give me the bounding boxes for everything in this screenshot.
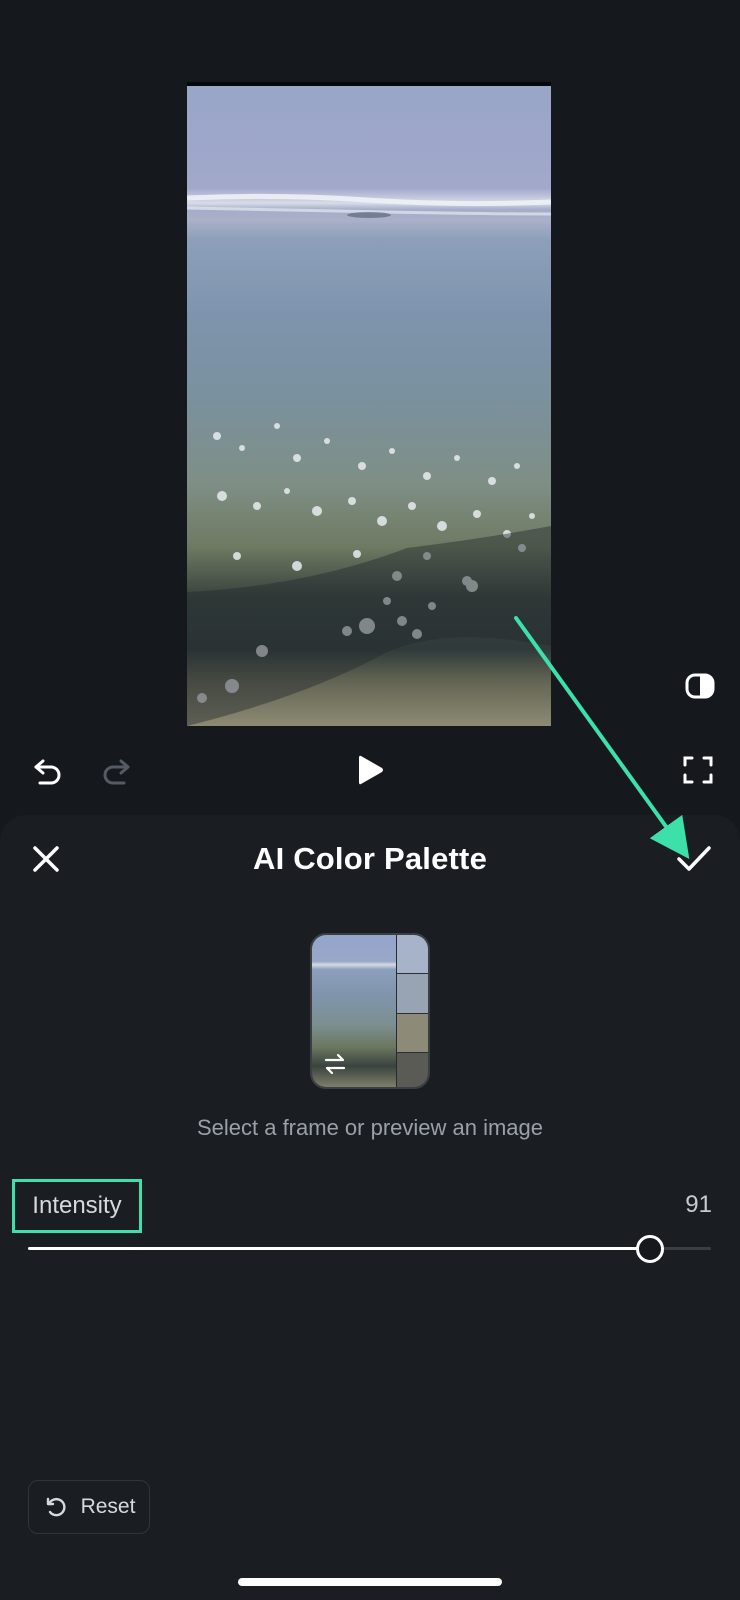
intensity-label: Intensity	[12, 1179, 142, 1233]
swatch	[397, 935, 428, 975]
swatch	[397, 1013, 428, 1053]
home-indicator	[238, 1578, 502, 1586]
intensity-label-text: Intensity	[32, 1192, 122, 1219]
intensity-value: 91	[685, 1191, 712, 1218]
select-frame-hint: Select a frame or preview an image	[196, 1115, 544, 1140]
compare-icon[interactable]	[682, 668, 718, 704]
palette-swatches	[397, 935, 428, 1087]
video-preview[interactable]	[187, 82, 551, 726]
reset-button[interactable]: Reset	[28, 1480, 150, 1534]
video-stage	[0, 0, 740, 815]
reset-label: Reset	[80, 1495, 136, 1518]
undo-icon[interactable]	[28, 750, 68, 790]
reference-image-thumbnail[interactable]	[310, 933, 430, 1089]
color-palette-panel: AI Color Palette Select a frame or previ…	[0, 815, 740, 1600]
play-icon[interactable]	[350, 750, 390, 790]
video-frame-detail	[187, 193, 551, 726]
reset-icon	[43, 1494, 69, 1520]
redo-icon[interactable]	[96, 750, 136, 790]
fullscreen-icon[interactable]	[680, 752, 716, 788]
intensity-slider-handle[interactable]	[635, 1235, 664, 1263]
swatch	[397, 974, 428, 1014]
panel-title: AI Color Palette	[252, 841, 488, 876]
swap-icon[interactable]	[322, 1051, 348, 1077]
intensity-slider-fill	[28, 1247, 650, 1250]
check-icon[interactable]	[672, 837, 716, 881]
swatch	[397, 1052, 428, 1087]
intensity-slider[interactable]	[28, 1235, 711, 1263]
